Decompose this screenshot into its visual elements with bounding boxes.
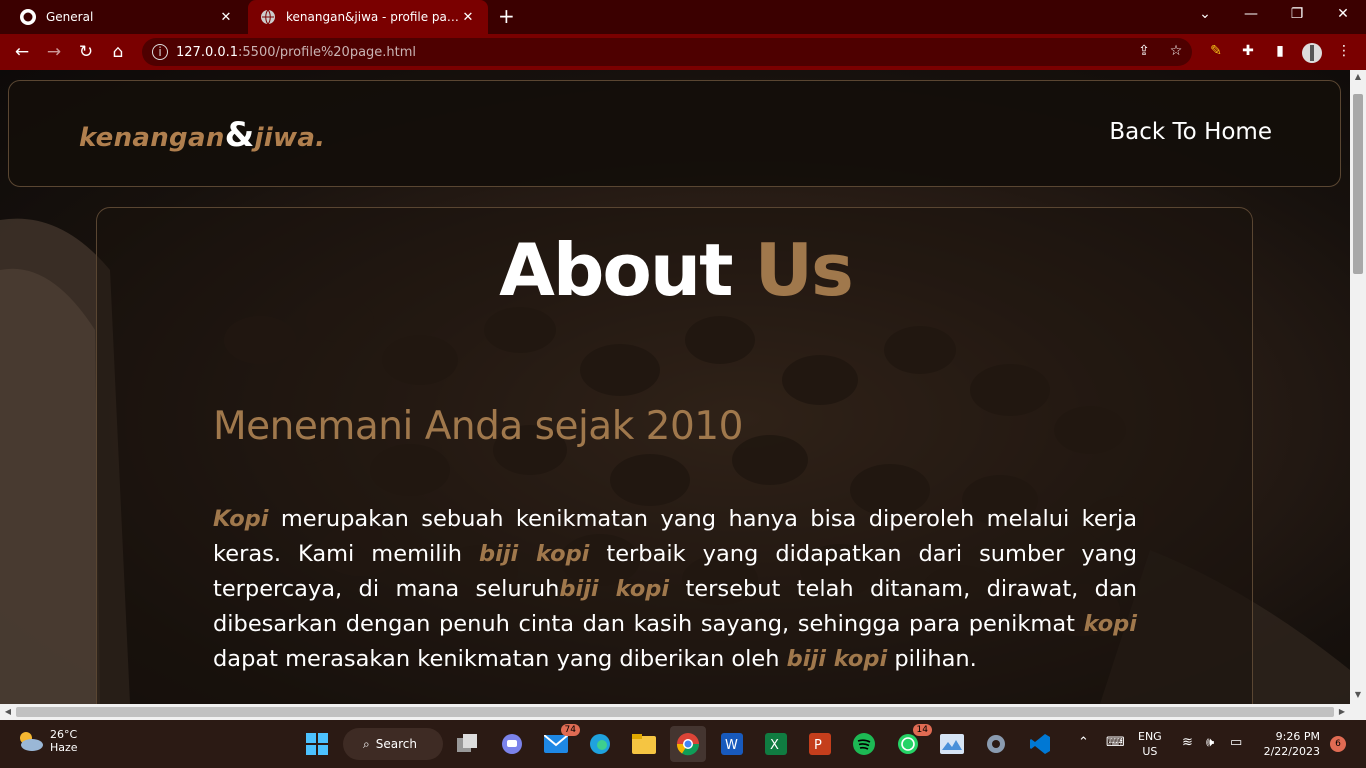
scroll-left-arrow-icon[interactable]: ◀ [0, 704, 16, 720]
edge-browser-icon[interactable] [582, 726, 618, 762]
logo-text-main: kenangan [79, 123, 225, 153]
photos-icon[interactable] [934, 726, 970, 762]
globe-icon [260, 9, 276, 25]
back-to-home-link[interactable]: Back To Home [1109, 119, 1272, 145]
weather-description: Haze [50, 741, 78, 754]
close-tab-icon[interactable]: ✕ [460, 10, 476, 25]
horizontal-scroll-thumb[interactable] [16, 707, 1334, 717]
search-label: Search [375, 737, 417, 751]
tab-general[interactable]: General ✕ [8, 0, 246, 34]
windows-logo-icon [306, 733, 328, 755]
highlight-word: biji kopi [559, 576, 670, 602]
home-icon[interactable]: ⌂ [107, 41, 129, 63]
chrome-browser-icon[interactable] [670, 726, 706, 762]
highlight-word: Kopi [213, 506, 269, 532]
highlighter-extension-icon[interactable]: ✎ [1206, 43, 1226, 59]
whatsapp-badge: 14 [912, 724, 932, 736]
share-icon[interactable]: ⇪ [1134, 43, 1154, 59]
start-button[interactable] [299, 726, 335, 762]
settings-gear-icon[interactable] [978, 726, 1014, 762]
notification-badge[interactable]: 6 [1330, 736, 1346, 752]
mail-badge: 74 [560, 724, 580, 736]
forward-arrow-icon[interactable]: → [43, 41, 65, 63]
tab-search-icon[interactable]: ⌄ [1193, 6, 1217, 22]
desc-text: pilihan. [887, 646, 977, 672]
spotify-icon[interactable] [846, 726, 882, 762]
highlight-word: biji kopi [479, 541, 590, 567]
site-info-icon[interactable]: i [152, 44, 168, 60]
bookmark-star-icon[interactable]: ☆ [1166, 43, 1186, 59]
site-logo[interactable]: kenangan&jiwa. [79, 115, 325, 155]
tab-profile-page[interactable]: kenangan&jiwa - profile page ✕ [248, 0, 488, 34]
url-path: :5500/profile%20page.html [238, 44, 417, 60]
side-panel-icon[interactable]: ▮ [1270, 43, 1290, 59]
scroll-down-arrow-icon[interactable]: ▼ [1350, 690, 1366, 699]
title-accent: Us [754, 228, 854, 312]
address-bar[interactable]: i 127.0.0.1 :5500/profile%20page.html [142, 38, 1192, 66]
keyboard-icon[interactable]: ⌨ [1106, 735, 1125, 750]
svg-text:X: X [770, 738, 779, 753]
desc-text: dapat merasakan kenikmatan yang diberika… [213, 646, 787, 672]
weather-widget[interactable]: 26°C Haze [16, 728, 78, 754]
excel-icon[interactable]: X [758, 726, 794, 762]
file-explorer-icon[interactable] [626, 726, 662, 762]
close-window-button[interactable]: ✕ [1331, 6, 1355, 22]
since-heading: Menemani Anda sejak 2010 [213, 404, 743, 449]
wifi-icon[interactable]: ≋ [1182, 735, 1193, 750]
volume-icon[interactable]: 🕪 [1206, 735, 1214, 750]
language-indicator[interactable]: ENG US [1138, 729, 1162, 759]
powerpoint-icon[interactable]: P [802, 726, 838, 762]
logo-ampersand: & [224, 115, 255, 155]
vertical-scroll-thumb[interactable] [1353, 94, 1363, 274]
close-tab-icon[interactable]: ✕ [218, 10, 234, 25]
teams-chat-icon[interactable] [494, 726, 530, 762]
clock-date: 2/22/2023 [1263, 745, 1320, 758]
back-arrow-icon[interactable]: ← [11, 41, 33, 63]
search-icon: ⌕ [363, 736, 370, 751]
browser-tab-bar: General ✕ kenangan&jiwa - profile page ✕… [0, 0, 1366, 34]
github-icon [20, 9, 36, 25]
horizontal-scrollbar[interactable]: ◀ ▶ [0, 704, 1366, 720]
battery-icon[interactable]: ▭ [1230, 735, 1242, 750]
word-icon[interactable]: W [714, 726, 750, 762]
site-header: kenangan&jiwa. Back To Home [8, 80, 1341, 187]
page-title: About Us [97, 228, 1254, 312]
title-main: About [499, 228, 733, 312]
scroll-up-arrow-icon[interactable]: ▲ [1350, 72, 1366, 81]
vertical-scrollbar[interactable]: ▲ ▼ [1350, 70, 1366, 704]
menu-kebab-icon[interactable]: ⋮ [1334, 43, 1354, 59]
tab-title: General [46, 10, 94, 24]
mail-icon[interactable]: 74 [538, 724, 580, 762]
minimize-button[interactable]: — [1239, 6, 1263, 22]
tab-title: kenangan&jiwa - profile page [286, 10, 460, 24]
vscode-icon[interactable] [1022, 726, 1058, 762]
language-bottom: US [1142, 745, 1158, 758]
new-tab-button[interactable]: + [498, 6, 515, 26]
task-view-icon[interactable] [450, 726, 486, 762]
weather-cloud-icon [20, 732, 43, 751]
whatsapp-icon[interactable]: 14 [890, 724, 932, 762]
page-viewport: kenangan&jiwa. Back To Home About Us Men… [0, 70, 1350, 704]
highlight-word: biji kopi [786, 646, 888, 672]
svg-text:P: P [814, 738, 822, 753]
language-top: ENG [1138, 730, 1162, 743]
reload-icon[interactable]: ↻ [75, 41, 97, 63]
windows-taskbar: 26°C Haze ⌕ Search 74 W X P 14 ⌃ ⌨ ENG U… [0, 720, 1366, 768]
scroll-right-arrow-icon[interactable]: ▶ [1334, 704, 1350, 720]
extensions-puzzle-icon[interactable]: ✚ [1238, 43, 1258, 59]
weather-temperature: 26°C [50, 728, 78, 741]
about-description: Kopi merupakan sebuah kenikmatan yang ha… [213, 502, 1137, 677]
logo-text-end: jiwa. [254, 123, 326, 153]
taskbar-search[interactable]: ⌕ Search [343, 728, 443, 760]
clock[interactable]: 9:26 PM 2/22/2023 [1258, 729, 1320, 759]
show-hidden-icons-chevron-icon[interactable]: ⌃ [1078, 735, 1089, 750]
highlight-word: kopi [1083, 611, 1137, 637]
about-section: About Us Menemani Anda sejak 2010 Kopi m… [96, 207, 1253, 704]
profile-avatar[interactable] [1302, 43, 1322, 67]
svg-text:W: W [725, 738, 738, 753]
browser-toolbar: ← → ↻ ⌂ i 127.0.0.1 :5500/profile%20page… [0, 34, 1366, 70]
url-host: 127.0.0.1 [176, 44, 239, 60]
restore-button[interactable]: ❐ [1285, 6, 1309, 22]
clock-time: 9:26 PM [1275, 730, 1320, 743]
